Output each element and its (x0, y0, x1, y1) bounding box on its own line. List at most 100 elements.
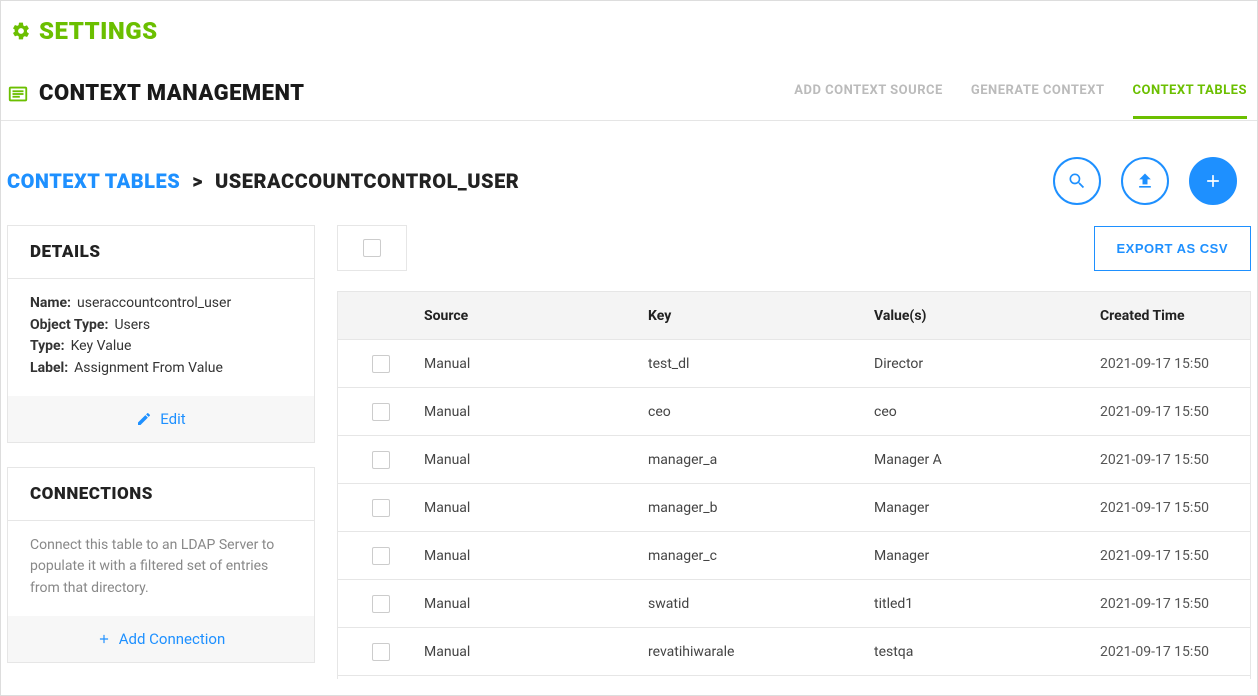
breadcrumb-current: useraccountcontrol_user (215, 169, 519, 193)
row-checkbox[interactable] (372, 547, 390, 565)
row-checkbox[interactable] (372, 403, 390, 421)
breadcrumb-link[interactable]: Context Tables (7, 169, 180, 193)
cell-key: manager_b (648, 500, 874, 516)
table-row: ManualTest5user_new2021-09-17 15:50 (338, 676, 1250, 679)
cell-source: Manual (424, 644, 648, 660)
cell-value: testqa (874, 644, 1100, 660)
header-key: Key (648, 308, 874, 324)
table-row: Manualswatidtitled12021-09-17 15:50 (338, 580, 1250, 628)
cell-key: revatihiwarale (648, 644, 874, 660)
tab-generate-context[interactable]: Generate Context (971, 83, 1105, 119)
cell-key: swatid (648, 596, 874, 612)
cell-created: 2021-09-17 15:50 (1100, 644, 1250, 660)
details-card: Details Name: useraccountcontrol_user Ob… (7, 225, 315, 443)
gear-icon (11, 21, 31, 41)
cell-source: Manual (424, 356, 648, 372)
header-source: Source (424, 308, 648, 324)
plus-icon (1203, 171, 1223, 191)
cell-value: ceo (874, 404, 1100, 420)
detail-type-label: Type: (30, 336, 65, 358)
tab-add-context-source[interactable]: Add Context Source (794, 83, 943, 119)
cell-value: Manager A (874, 452, 1100, 468)
cell-created: 2021-09-17 15:50 (1100, 356, 1250, 372)
row-checkbox[interactable] (372, 499, 390, 517)
breadcrumb-separator: > (192, 169, 203, 193)
table-row: Manualmanager_bManager2021-09-17 15:50 (338, 484, 1250, 532)
cell-created: 2021-09-17 15:50 (1100, 548, 1250, 564)
detail-label-label: Label: (30, 358, 68, 380)
cell-key: manager_c (648, 548, 874, 564)
row-checkbox[interactable] (372, 643, 390, 661)
sidebar: Details Name: useraccountcontrol_user Ob… (7, 225, 315, 679)
edit-label: Edit (160, 410, 185, 428)
edit-icon (136, 411, 152, 427)
cell-created: 2021-09-17 15:50 (1100, 500, 1250, 516)
cell-created: 2021-09-17 15:50 (1100, 404, 1250, 420)
cell-key: test_dl (648, 356, 874, 372)
cell-source: Manual (424, 500, 648, 516)
table-row: Manualtest_dlDirector2021-09-17 15:50 (338, 340, 1250, 388)
upload-button[interactable] (1121, 157, 1169, 205)
select-all-checkbox[interactable] (363, 239, 381, 257)
export-csv-button[interactable]: Export as CSV (1094, 226, 1251, 271)
main-area: Details Name: useraccountcontrol_user Ob… (1, 215, 1257, 679)
add-connection-label: Add Connection (119, 630, 226, 648)
row-checkbox[interactable] (372, 451, 390, 469)
detail-object-type-value: Users (114, 315, 150, 337)
section-title: Context Management (39, 81, 305, 106)
cell-value: Director (874, 356, 1100, 372)
table-row: Manualmanager_cManager2021-09-17 15:50 (338, 532, 1250, 580)
plus-icon (97, 632, 111, 646)
tab-context-tables[interactable]: Context Tables (1133, 83, 1247, 119)
breadcrumb: Context Tables > useraccountcontrol_user (7, 169, 519, 193)
edit-button[interactable]: Edit (8, 396, 314, 442)
detail-name-value: useraccountcontrol_user (77, 293, 231, 315)
detail-object-type: Object Type: Users (30, 315, 292, 337)
cell-value: Manager (874, 500, 1100, 516)
cell-key: ceo (648, 404, 874, 420)
search-button[interactable] (1053, 157, 1101, 205)
action-buttons (1053, 157, 1237, 205)
detail-name: Name: useraccountcontrol_user (30, 293, 292, 315)
master-checkbox-container (337, 225, 407, 271)
detail-type-value: Key Value (71, 336, 132, 358)
detail-type: Type: Key Value (30, 336, 292, 358)
detail-object-type-label: Object Type: (30, 315, 108, 337)
details-heading: Details (8, 226, 314, 279)
search-icon (1067, 171, 1087, 191)
cell-value: Manager (874, 548, 1100, 564)
row-checkbox[interactable] (372, 595, 390, 613)
content-area: Export as CSV Source Key Value(s) Create… (337, 225, 1251, 679)
detail-label-value: Assignment From Value (74, 358, 223, 380)
table-row: Manualmanager_aManager A2021-09-17 15:50 (338, 436, 1250, 484)
page-bar: Context Tables > useraccountcontrol_user (1, 121, 1257, 215)
cell-source: Manual (424, 548, 648, 564)
detail-name-label: Name: (30, 293, 71, 315)
header-value: Value(s) (874, 308, 1100, 324)
table-row: Manualrevatihiwaraletestqa2021-09-17 15:… (338, 628, 1250, 676)
cell-key: manager_a (648, 452, 874, 468)
cell-created: 2021-09-17 15:50 (1100, 596, 1250, 612)
upload-icon (1135, 171, 1155, 191)
page-title-header: Settings (1, 1, 1257, 51)
add-connection-button[interactable]: Add Connection (8, 616, 314, 662)
table-header-row: Source Key Value(s) Created Time (338, 292, 1250, 340)
section-header: Context Management Add Context Source Gen… (1, 51, 1257, 121)
header-created: Created Time (1100, 308, 1250, 324)
cell-value: titled1 (874, 596, 1100, 612)
data-table: Source Key Value(s) Created Time Manualt… (337, 291, 1251, 679)
context-icon (7, 83, 29, 105)
add-button[interactable] (1189, 157, 1237, 205)
cell-source: Manual (424, 404, 648, 420)
section-tabs: Add Context Source Generate Context Contex… (794, 83, 1247, 119)
detail-label: Label: Assignment From Value (30, 358, 292, 380)
connections-heading: Connections (8, 468, 314, 521)
row-checkbox[interactable] (372, 355, 390, 373)
table-toolbar: Export as CSV (337, 225, 1251, 271)
cell-source: Manual (424, 452, 648, 468)
table-row: Manualceoceo2021-09-17 15:50 (338, 388, 1250, 436)
cell-source: Manual (424, 596, 648, 612)
connections-card: Connections Connect this table to an LDA… (7, 467, 315, 663)
cell-created: 2021-09-17 15:50 (1100, 452, 1250, 468)
page-title: Settings (39, 17, 158, 45)
